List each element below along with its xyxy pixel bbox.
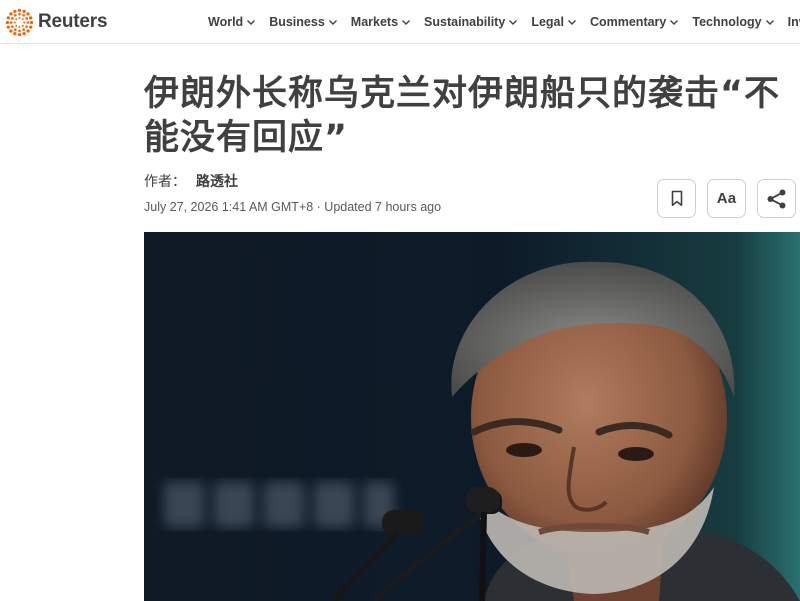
chevron-down-icon bbox=[669, 17, 679, 27]
chevron-down-icon bbox=[508, 17, 518, 27]
headline-line-2: 能没有回应” bbox=[144, 118, 349, 158]
chevron-down-icon bbox=[567, 17, 577, 27]
nav-label: Invest bbox=[787, 15, 800, 29]
author-link[interactable]: 路透社 bbox=[196, 171, 238, 191]
reuters-dot-ring-icon bbox=[5, 8, 34, 37]
portrait-illustration bbox=[144, 232, 800, 601]
nav-label: Commentary bbox=[589, 15, 667, 29]
nav-label: World bbox=[208, 15, 244, 29]
byline: 作者： 路透社 bbox=[144, 171, 238, 191]
chevron-down-icon bbox=[246, 17, 256, 27]
bookmark-button[interactable] bbox=[657, 179, 696, 218]
font-size-button[interactable]: Aa bbox=[707, 179, 746, 218]
chevron-down-icon bbox=[328, 17, 338, 27]
top-navigation-bar: Reuters World Business Markets Sustainab… bbox=[0, 0, 800, 44]
nav-item-world[interactable]: World bbox=[208, 15, 256, 29]
bookmark-icon bbox=[670, 190, 684, 207]
font-size-label: Aa bbox=[716, 190, 737, 207]
nav-item-investigations[interactable]: Invest bbox=[788, 15, 800, 29]
nav-label: Sustainability bbox=[424, 15, 506, 29]
nav-item-commentary[interactable]: Commentary bbox=[590, 15, 679, 29]
logo-text: Reuters bbox=[38, 11, 108, 32]
nav-label: Legal bbox=[531, 15, 564, 29]
nav-label: Markets bbox=[350, 15, 399, 29]
nav-item-markets[interactable]: Markets bbox=[351, 15, 411, 29]
nav-item-sustainability[interactable]: Sustainability bbox=[424, 15, 518, 29]
publish-dateline: July 27, 2026 1:41 AM GMT+8 · Updated 7 … bbox=[144, 200, 442, 214]
nav-item-business[interactable]: Business bbox=[269, 15, 338, 29]
reuters-logo[interactable]: Reuters bbox=[5, 7, 108, 37]
main-nav: World Business Markets Sustainability Le… bbox=[208, 0, 800, 44]
nav-label: Technology bbox=[692, 15, 762, 29]
byline-label: 作者： bbox=[144, 174, 186, 190]
nav-label: Business bbox=[269, 15, 325, 29]
article-headline: 伊朗外长称乌克兰对伊朗船只的袭击“不 能没有回应” bbox=[144, 72, 800, 160]
nav-item-legal[interactable]: Legal bbox=[531, 15, 577, 29]
article-hero-photo bbox=[144, 232, 800, 601]
share-button[interactable] bbox=[757, 179, 796, 218]
nav-item-technology[interactable]: Technology bbox=[692, 15, 774, 29]
share-icon bbox=[766, 188, 788, 210]
chevron-down-icon bbox=[765, 17, 775, 27]
chevron-down-icon bbox=[401, 17, 411, 27]
headline-line-1: 伊朗外长称乌克兰对伊朗船只的袭击“不 bbox=[144, 74, 781, 114]
